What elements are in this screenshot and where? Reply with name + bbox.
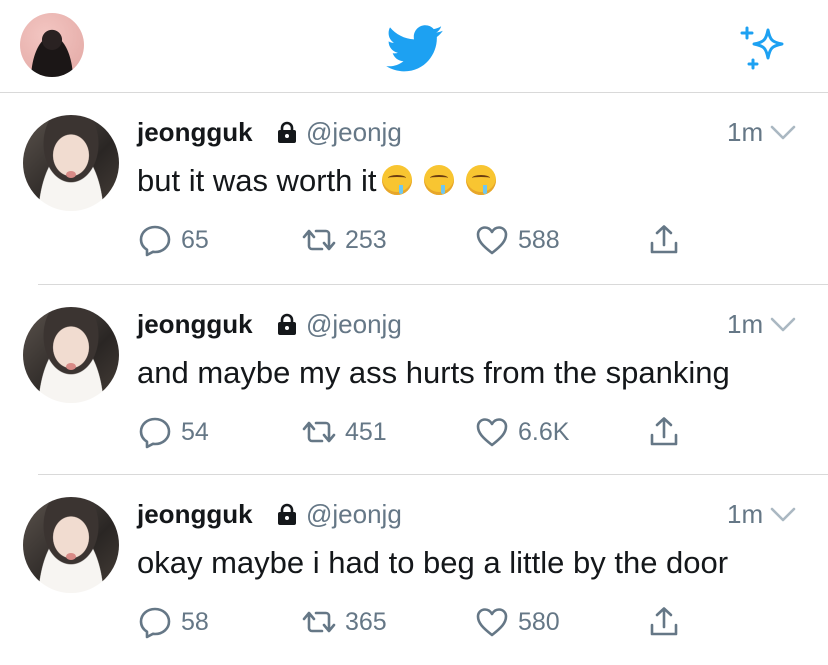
lock-icon — [278, 503, 296, 525]
display-name[interactable]: jeongguk — [137, 117, 253, 148]
retweet-icon — [302, 229, 336, 251]
share-button[interactable] — [647, 415, 681, 449]
heart-icon — [476, 226, 508, 255]
profile-avatar[interactable] — [20, 13, 84, 77]
handle[interactable]: @jeonjg — [306, 499, 402, 530]
handle[interactable]: @jeonjg — [306, 309, 402, 340]
retweet-button[interactable]: 451 — [302, 415, 387, 449]
retweet-button[interactable]: 365 — [302, 605, 387, 639]
avatar[interactable] — [23, 497, 119, 593]
tweet[interactable]: jeongguk @jeonjg 1m and maybe my ass hur… — [23, 284, 828, 475]
tweet-text: but it was worth it — [137, 163, 497, 199]
avatar[interactable] — [23, 115, 119, 211]
retweet-button[interactable]: 253 — [302, 223, 387, 257]
reply-icon — [139, 607, 171, 639]
share-button[interactable] — [647, 223, 681, 257]
drooling-face-emoji — [466, 165, 497, 195]
display-name[interactable]: jeongguk — [137, 499, 253, 530]
drooling-face-emoji — [424, 165, 455, 195]
reply-icon — [139, 225, 171, 257]
reply-icon — [139, 417, 171, 449]
handle[interactable]: @jeonjg — [306, 117, 402, 148]
share-icon — [650, 607, 678, 636]
reply-count: 54 — [181, 417, 209, 446]
reply-count: 65 — [181, 225, 209, 254]
chevron-down-icon[interactable] — [770, 507, 796, 523]
timestamp[interactable]: 1m — [727, 499, 763, 530]
share-icon — [650, 225, 678, 254]
chevron-down-icon[interactable] — [770, 317, 796, 333]
top-bar — [0, 0, 828, 93]
retweet-count: 253 — [345, 225, 387, 254]
retweet-count: 365 — [345, 607, 387, 636]
twitter-bird-icon[interactable] — [386, 25, 444, 73]
sparkle-icon[interactable] — [738, 24, 788, 70]
tweet-text: and maybe my ass hurts from the spanking — [137, 355, 730, 390]
share-icon — [650, 417, 678, 446]
like-count: 580 — [518, 607, 560, 636]
like-count: 588 — [518, 225, 560, 254]
drooling-face-emoji — [382, 165, 413, 195]
reply-button[interactable]: 58 — [138, 605, 209, 639]
share-button[interactable] — [647, 605, 681, 639]
tweet-actions: 58 365 580 — [0, 605, 828, 645]
heart-icon — [476, 608, 508, 637]
tweet-text-content: but it was worth it — [137, 163, 377, 198]
like-button[interactable]: 6.6K — [475, 415, 569, 449]
like-button[interactable]: 588 — [475, 223, 560, 257]
tweet[interactable]: jeongguk @jeonjg 1m okay maybe i had to … — [23, 474, 828, 665]
retweet-count: 451 — [345, 417, 387, 446]
tweet-actions: 65 253 588 — [0, 223, 828, 263]
tweet[interactable]: jeongguk @jeonjg 1m but it was worth it … — [0, 93, 828, 283]
like-button[interactable]: 580 — [475, 605, 560, 639]
reply-count: 58 — [181, 607, 209, 636]
reply-button[interactable]: 65 — [138, 223, 209, 257]
chevron-down-icon[interactable] — [770, 125, 796, 141]
like-count: 6.6K — [518, 417, 570, 446]
tweet-actions: 54 451 6.6K — [0, 415, 828, 455]
timestamp[interactable]: 1m — [727, 117, 763, 148]
tweet-text: okay maybe i had to beg a little by the … — [137, 545, 729, 580]
lock-icon — [278, 313, 296, 335]
retweet-icon — [302, 611, 336, 633]
avatar[interactable] — [23, 307, 119, 403]
lock-icon — [278, 121, 296, 143]
heart-icon — [476, 418, 508, 447]
timestamp[interactable]: 1m — [727, 309, 763, 340]
reply-button[interactable]: 54 — [138, 415, 209, 449]
retweet-icon — [302, 421, 336, 443]
display-name[interactable]: jeongguk — [137, 309, 253, 340]
